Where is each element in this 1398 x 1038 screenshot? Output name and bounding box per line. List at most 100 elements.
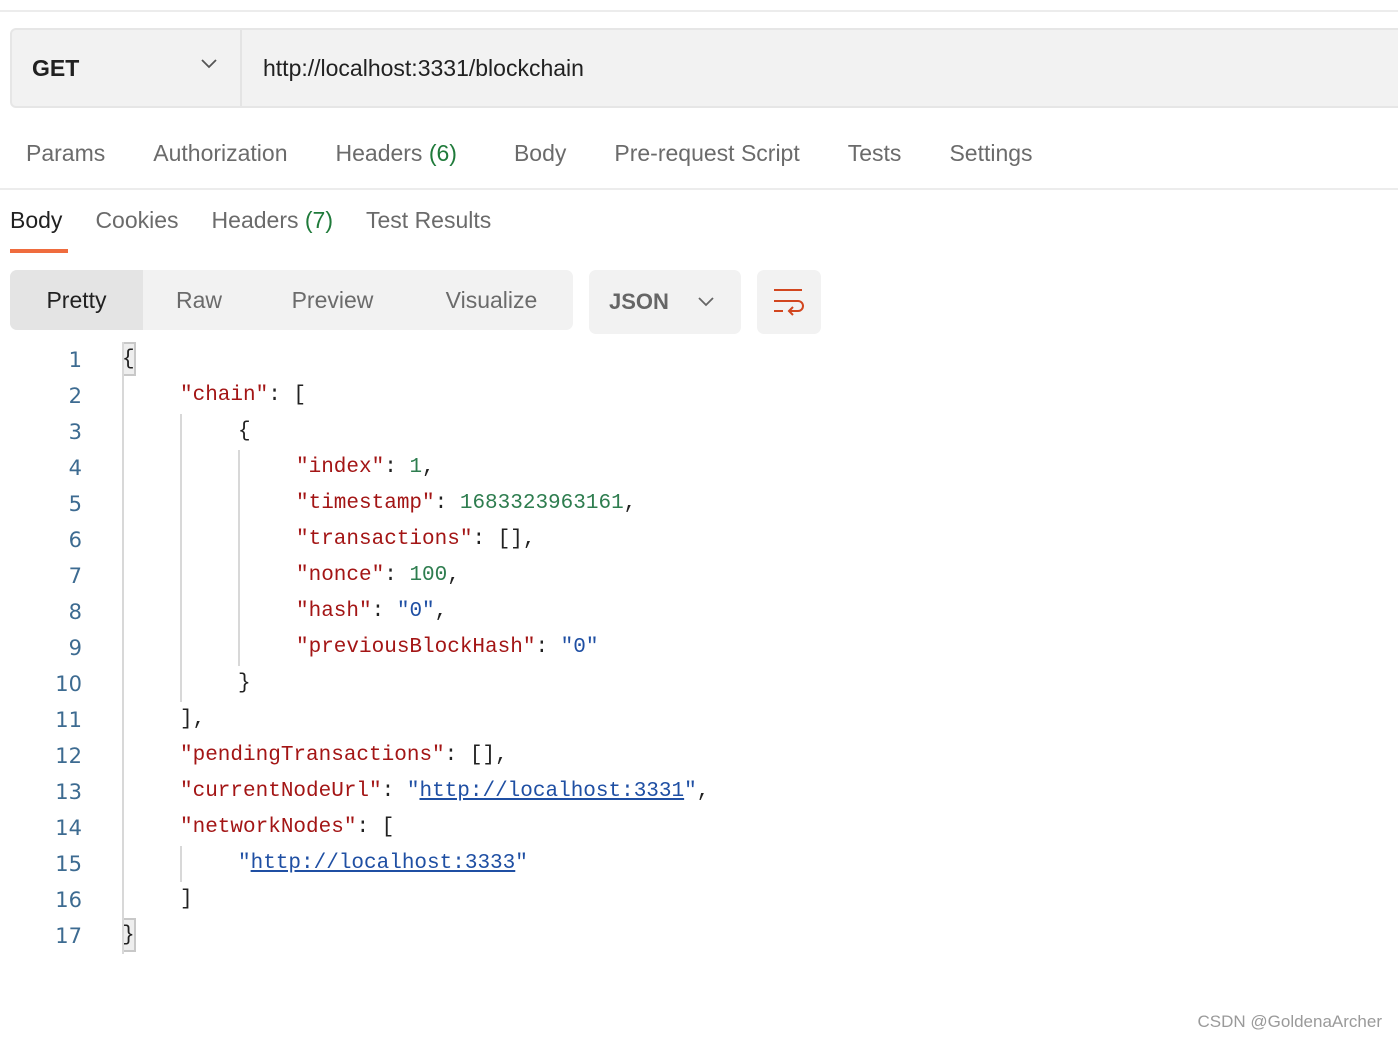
response-tab-cookies[interactable]: Cookies <box>95 207 178 234</box>
active-tab-indicator <box>10 249 68 253</box>
response-tabs: Body Cookies Headers (7) Test Results <box>10 207 524 234</box>
json-key: "currentNodeUrl" <box>180 780 382 803</box>
code-text: "currentNodeUrl": "http://localhost:3331… <box>180 774 709 810</box>
response-tab-test-results[interactable]: Test Results <box>366 207 491 234</box>
tab-authorization[interactable]: Authorization <box>153 140 287 167</box>
headers-count: (6) <box>428 140 457 166</box>
line-number: 4 <box>68 456 82 480</box>
json-string: " <box>406 780 420 803</box>
json-number: 100 <box>409 564 448 587</box>
tab-headers-label: Headers <box>335 140 423 166</box>
format-select[interactable]: JSON <box>589 270 741 334</box>
indent-guide <box>180 414 182 702</box>
json-punctuation: { <box>238 420 251 443</box>
line-number: 2 <box>68 384 82 408</box>
code-text: "pendingTransactions": [], <box>180 738 508 774</box>
json-punctuation: , <box>434 600 448 623</box>
section-divider <box>0 188 1398 190</box>
json-key: "networkNodes" <box>180 816 357 839</box>
line-number: 10 <box>55 672 82 696</box>
code-text: { <box>238 414 251 450</box>
line-number: 13 <box>55 780 82 804</box>
line-number: 12 <box>55 744 82 768</box>
json-link[interactable]: http://localhost:3333 <box>251 852 516 875</box>
response-headers-count: (7) <box>304 207 333 233</box>
json-punctuation: ], <box>180 708 206 731</box>
json-punctuation: : [], <box>444 744 508 767</box>
view-pretty[interactable]: Pretty <box>10 270 143 330</box>
json-string: "0" <box>396 600 435 623</box>
line-number: 17 <box>55 924 82 948</box>
view-visualize[interactable]: Visualize <box>410 270 573 330</box>
line-number: 1 <box>68 348 82 372</box>
method-select[interactable]: GET <box>12 30 242 106</box>
indent-guide <box>180 846 182 882</box>
json-punctuation: : [], <box>472 528 536 551</box>
json-key: "timestamp" <box>296 492 435 515</box>
json-key: "nonce" <box>296 564 385 587</box>
line-number: 8 <box>68 600 82 624</box>
code-text: "chain": [ <box>180 378 306 414</box>
view-mode-selector: Pretty Raw Preview Visualize <box>10 270 573 330</box>
code-text: "networkNodes": [ <box>180 810 394 846</box>
watermark: CSDN @GoldenaArcher <box>1197 1012 1383 1031</box>
json-number: 1 <box>409 456 423 479</box>
code-text: "hash": "0", <box>296 594 447 630</box>
json-key: "chain" <box>180 384 269 407</box>
tab-headers[interactable]: Headers (6) <box>336 140 457 167</box>
line-number: 16 <box>55 888 82 912</box>
line-number: 3 <box>68 420 82 444</box>
url-input[interactable]: http://localhost:3331/blockchain <box>242 30 584 106</box>
json-key: "transactions" <box>296 528 473 551</box>
view-raw[interactable]: Raw <box>143 270 255 330</box>
json-punctuation: , <box>623 492 637 515</box>
line-number: 14 <box>55 816 82 840</box>
wrap-lines-icon <box>774 289 804 316</box>
json-punctuation: } <box>238 672 251 695</box>
chevron-down-icon <box>201 59 217 69</box>
json-punctuation: : <box>381 780 407 803</box>
json-punctuation: : [ <box>356 816 395 839</box>
top-divider <box>0 10 1398 12</box>
json-punctuation: : [ <box>268 384 307 407</box>
tab-pre-request-script[interactable]: Pre-request Script <box>614 140 799 167</box>
json-key: "hash" <box>296 600 372 623</box>
code-text: "transactions": [], <box>296 522 535 558</box>
json-punctuation: : <box>434 492 460 515</box>
indent-guide <box>238 450 240 666</box>
json-punctuation: : <box>535 636 561 659</box>
request-bar: GET http://localhost:3331/blockchain <box>10 28 1398 108</box>
json-key: "pendingTransactions" <box>180 744 445 767</box>
tab-settings[interactable]: Settings <box>949 140 1032 167</box>
view-preview[interactable]: Preview <box>255 270 410 330</box>
response-tab-headers[interactable]: Headers (7) <box>212 207 333 234</box>
json-string: " <box>238 852 251 875</box>
json-punctuation: , <box>696 780 710 803</box>
tab-params[interactable]: Params <box>26 140 105 167</box>
code-text: "http://localhost:3333" <box>238 846 528 882</box>
line-number: 6 <box>68 528 82 552</box>
json-link[interactable]: http://localhost:3331 <box>419 780 684 803</box>
json-number: 1683323963161 <box>459 492 624 515</box>
code-text: } <box>238 666 251 702</box>
wrap-lines-button[interactable] <box>757 270 821 334</box>
line-number: 11 <box>55 708 82 732</box>
tab-body[interactable]: Body <box>514 140 566 167</box>
line-number: 15 <box>55 852 82 876</box>
code-text: ] <box>180 882 193 918</box>
json-string: "0" <box>560 636 599 659</box>
json-string: " <box>515 852 528 875</box>
code-text: "nonce": 100, <box>296 558 460 594</box>
tab-tests[interactable]: Tests <box>848 140 902 167</box>
line-number: 7 <box>68 564 82 588</box>
format-label: JSON <box>609 289 669 314</box>
method-label: GET <box>32 54 80 81</box>
request-tabs: Params Authorization Headers (6) Body Pr… <box>26 140 1081 167</box>
response-tab-body[interactable]: Body <box>10 207 62 234</box>
json-punctuation: : <box>384 564 410 587</box>
response-headers-label: Headers <box>211 207 299 233</box>
json-string: " <box>684 780 697 803</box>
json-key: "previousBlockHash" <box>296 636 536 659</box>
json-key: "index" <box>296 456 385 479</box>
json-punctuation: : <box>384 456 410 479</box>
